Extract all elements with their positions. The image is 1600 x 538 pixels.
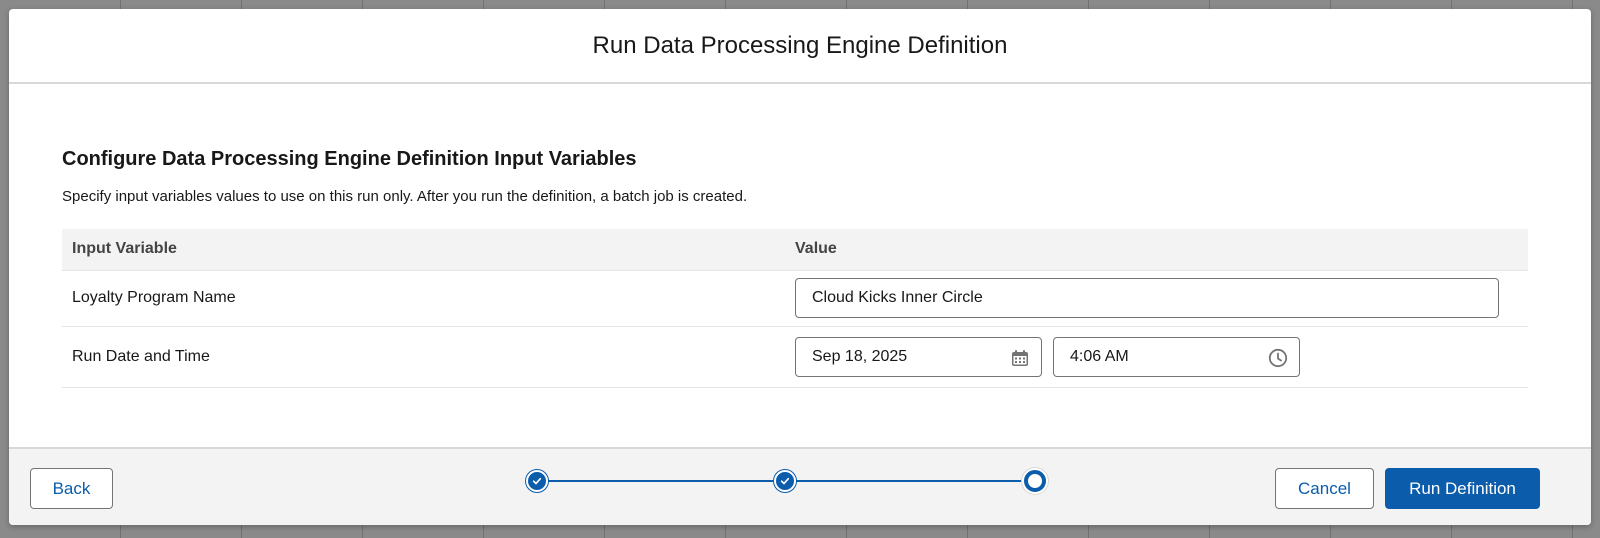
cancel-button[interactable]: Cancel	[1275, 468, 1374, 509]
progress-indicator	[526, 466, 1056, 496]
clock-icon[interactable]	[1268, 348, 1288, 368]
run-definition-modal: Run Data Processing Engine Definition Co…	[9, 9, 1591, 525]
progress-step-2[interactable]	[774, 470, 796, 492]
back-button[interactable]: Back	[30, 468, 113, 509]
datetime-field-group: Sep 18, 2025 4:06 AM	[795, 336, 1528, 377]
check-icon	[532, 477, 542, 485]
variable-value-cell	[785, 270, 1528, 327]
progress-step-1[interactable]	[526, 470, 548, 492]
progress-bar-segment	[548, 480, 774, 482]
modal-header: Run Data Processing Engine Definition	[9, 9, 1591, 84]
progress-bar-segment	[796, 480, 1024, 482]
modal-body: Configure Data Processing Engine Definit…	[9, 86, 1591, 447]
time-picker[interactable]: 4:06 AM	[1053, 336, 1300, 377]
variable-label: Loyalty Program Name	[62, 270, 785, 327]
loyalty-program-name-input[interactable]	[795, 278, 1499, 318]
modal-title: Run Data Processing Engine Definition	[592, 31, 1008, 59]
date-value: Sep 18, 2025	[812, 347, 908, 365]
progress-step-3[interactable]	[1024, 470, 1046, 492]
table-row: Run Date and Time Sep 18, 2025 4:06 AM	[62, 326, 1528, 388]
column-header-value: Value	[785, 229, 1528, 271]
column-header-input-variable: Input Variable	[62, 229, 785, 271]
input-variables-table: Input Variable Value Loyalty Program Nam…	[62, 229, 1528, 388]
date-picker[interactable]: Sep 18, 2025	[795, 336, 1042, 377]
table-header-row: Input Variable Value	[62, 229, 1528, 271]
table-row: Loyalty Program Name	[62, 270, 1528, 327]
variable-label: Run Date and Time	[62, 326, 785, 388]
section-description: Specify input variables values to use on…	[62, 188, 748, 205]
run-definition-button[interactable]: Run Definition	[1385, 468, 1540, 509]
check-icon	[780, 477, 790, 485]
variable-value-cell: Sep 18, 2025 4:06 AM	[785, 326, 1528, 388]
calendar-icon[interactable]	[1010, 348, 1030, 368]
modal-footer: Back Cancel Run Definition	[9, 447, 1591, 525]
section-title: Configure Data Processing Engine Definit…	[62, 148, 637, 170]
time-value: 4:06 AM	[1070, 347, 1129, 365]
